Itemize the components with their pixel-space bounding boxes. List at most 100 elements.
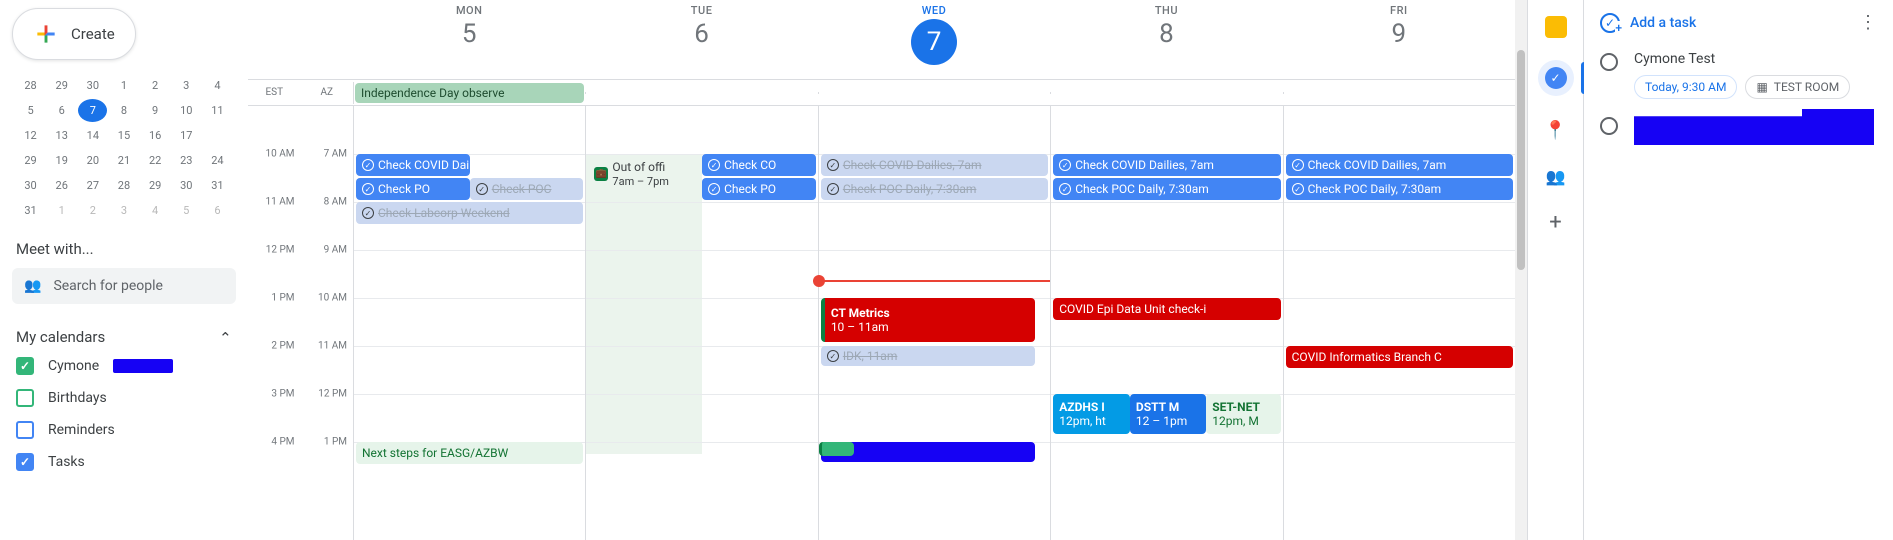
mini-day[interactable]: 17 (172, 124, 201, 147)
event[interactable]: Check POC Daily, 7:30am (1286, 178, 1513, 200)
day-column-wed[interactable]: Check COVID Dailies, 7am Check POC Daily… (818, 106, 1050, 540)
event[interactable]: Check COVID Dailies, 7am (356, 154, 470, 176)
day-header-tue[interactable]: TUE6 (585, 0, 817, 79)
mini-calendar[interactable]: 2829301234 567891011 12131415161718 2919… (16, 74, 232, 222)
scrollbar[interactable] (1515, 0, 1527, 540)
mini-day[interactable]: 26 (47, 174, 76, 197)
event[interactable]: Next steps for EASG/AZBW (356, 442, 583, 464)
mini-day[interactable]: 20 (78, 149, 107, 172)
mini-day[interactable]: 31 (203, 174, 232, 197)
mini-day-today[interactable]: 7 (78, 99, 107, 122)
mini-day[interactable]: 2 (141, 74, 170, 97)
mini-day[interactable]: 23 (172, 149, 201, 172)
checkbox-icon[interactable] (16, 389, 34, 407)
mini-day[interactable]: 4 (141, 199, 170, 222)
event[interactable]: DSTT M12 – 1pm (1130, 394, 1206, 434)
keep-icon[interactable] (1545, 16, 1567, 38)
day-header-fri[interactable]: FRI9 (1283, 0, 1515, 79)
mini-day[interactable]: 14 (78, 124, 107, 147)
event[interactable]: Check COVID Dailies, 7am (1286, 154, 1513, 176)
day-header-mon[interactable]: MON5 (353, 0, 585, 79)
day-header-wed[interactable]: WED7 (818, 0, 1050, 79)
event[interactable]: AZDHS I12pm, ht (1053, 394, 1130, 434)
mini-day[interactable]: 28 (16, 74, 45, 97)
event[interactable]: Check COVID Dailies, 7am (821, 154, 1048, 176)
mini-day[interactable]: 13 (47, 124, 76, 147)
mini-day[interactable]: 21 (109, 149, 138, 172)
my-calendars-header[interactable]: My calendars ⌄ (12, 324, 236, 350)
event[interactable]: COVID Epi Data Unit check-i (1053, 298, 1280, 320)
search-people-input[interactable]: 👥 Search for people (12, 268, 236, 304)
day-column-tue[interactable]: 💼 Out of offi7am – 7pm Check CO Check PO (585, 106, 817, 540)
event[interactable]: CT Metrics10 – 11am (821, 298, 1035, 342)
mini-day[interactable]: 2 (78, 199, 107, 222)
tasks-icon[interactable]: ✓ (1538, 60, 1574, 96)
maps-icon[interactable]: 📍 (1544, 118, 1568, 142)
task-time-chip[interactable]: Today, 9:30 AM (1634, 75, 1737, 99)
task-room-chip[interactable]: ▦TEST ROOM (1745, 75, 1850, 99)
mini-day[interactable]: 1 (109, 74, 138, 97)
mini-day[interactable]: 5 (172, 199, 201, 222)
mini-day[interactable]: 31 (16, 199, 45, 222)
task-item-redacted[interactable] (1600, 115, 1877, 145)
add-task-button[interactable]: ✓+ Add a task (1600, 13, 1696, 33)
allday-event[interactable]: Independence Day observe (355, 83, 584, 103)
mini-day[interactable]: 27 (78, 174, 107, 197)
mini-day[interactable]: 3 (172, 74, 201, 97)
calendar-item-reminders[interactable]: Reminders (12, 414, 236, 446)
mini-day[interactable]: 12 (16, 124, 45, 147)
day-column-fri[interactable]: Check COVID Dailies, 7am Check POC Daily… (1283, 106, 1515, 540)
mini-day[interactable]: 28 (109, 174, 138, 197)
mini-day[interactable]: 6 (47, 99, 76, 122)
mini-day[interactable]: 30 (16, 174, 45, 197)
add-addon-icon[interactable]: + (1544, 210, 1568, 234)
event[interactable]: SET-NET12pm, M (1206, 394, 1280, 434)
mini-day[interactable]: 6 (203, 199, 232, 222)
checkbox-icon[interactable] (16, 357, 34, 375)
mini-day[interactable]: 5 (16, 99, 45, 122)
mini-day[interactable]: 24 (203, 149, 232, 172)
mini-day[interactable]: 9 (141, 99, 170, 122)
mini-day[interactable]: 15 (109, 124, 138, 147)
mini-day[interactable]: 19 (47, 149, 76, 172)
mini-day[interactable]: 4 (203, 74, 232, 97)
mini-day[interactable]: 10 (172, 99, 201, 122)
task-item[interactable]: Cymone Test Today, 9:30 AM ▦TEST ROOM (1600, 51, 1877, 99)
event[interactable]: Check POC Daily, 7:30am (821, 178, 1048, 200)
task-complete-circle[interactable] (1600, 53, 1618, 71)
create-button[interactable]: Create (12, 8, 136, 60)
contacts-icon[interactable]: 👥 (1544, 164, 1568, 188)
kebab-menu-icon[interactable]: ⋮ (1859, 12, 1877, 33)
mini-day[interactable]: 11 (203, 99, 232, 122)
checkbox-icon[interactable] (16, 421, 34, 439)
mini-day[interactable]: 29 (141, 174, 170, 197)
calendar-grid[interactable]: 10 AM 11 AM 12 PM 1 PM 2 PM 3 PM 4 PM 7 … (248, 106, 1515, 540)
calendar-item-tasks[interactable]: Tasks (12, 446, 236, 478)
mini-day[interactable]: 8 (109, 99, 138, 122)
day-header-thu[interactable]: THU8 (1050, 0, 1282, 79)
mini-day[interactable]: 30 (78, 74, 107, 97)
event[interactable]: Check Labcorp Weekend (356, 202, 583, 224)
mini-day[interactable]: 29 (47, 74, 76, 97)
event[interactable]: IDK, 11am (821, 346, 1035, 366)
day-column-mon[interactable]: Check COVID Dailies, 7am Check PO Check … (353, 106, 585, 540)
calendar-item-cymone[interactable]: Cymone (12, 350, 236, 382)
day-column-thu[interactable]: Check COVID Dailies, 7am Check POC Daily… (1050, 106, 1282, 540)
mini-day[interactable]: 30 (172, 174, 201, 197)
event-ooo[interactable]: 💼 Out of offi7am – 7pm (588, 154, 702, 194)
event[interactable]: Check CO (702, 154, 816, 176)
checkbox-icon[interactable] (16, 453, 34, 471)
event[interactable]: Check POC (470, 178, 584, 200)
event[interactable]: Check COVID Dailies, 7am (1053, 154, 1280, 176)
event[interactable]: Check PO (356, 178, 470, 200)
event[interactable] (819, 442, 854, 456)
event[interactable]: COVID Informatics Branch C (1286, 346, 1513, 368)
task-complete-circle[interactable] (1600, 117, 1618, 135)
mini-day[interactable]: 16 (141, 124, 170, 147)
calendar-item-birthdays[interactable]: Birthdays (12, 382, 236, 414)
event[interactable]: Check PO (702, 178, 816, 200)
event[interactable]: Check POC Daily, 7:30am (1053, 178, 1280, 200)
mini-day[interactable]: 22 (141, 149, 170, 172)
mini-day[interactable]: 3 (109, 199, 138, 222)
mini-day[interactable]: 29 (16, 149, 45, 172)
